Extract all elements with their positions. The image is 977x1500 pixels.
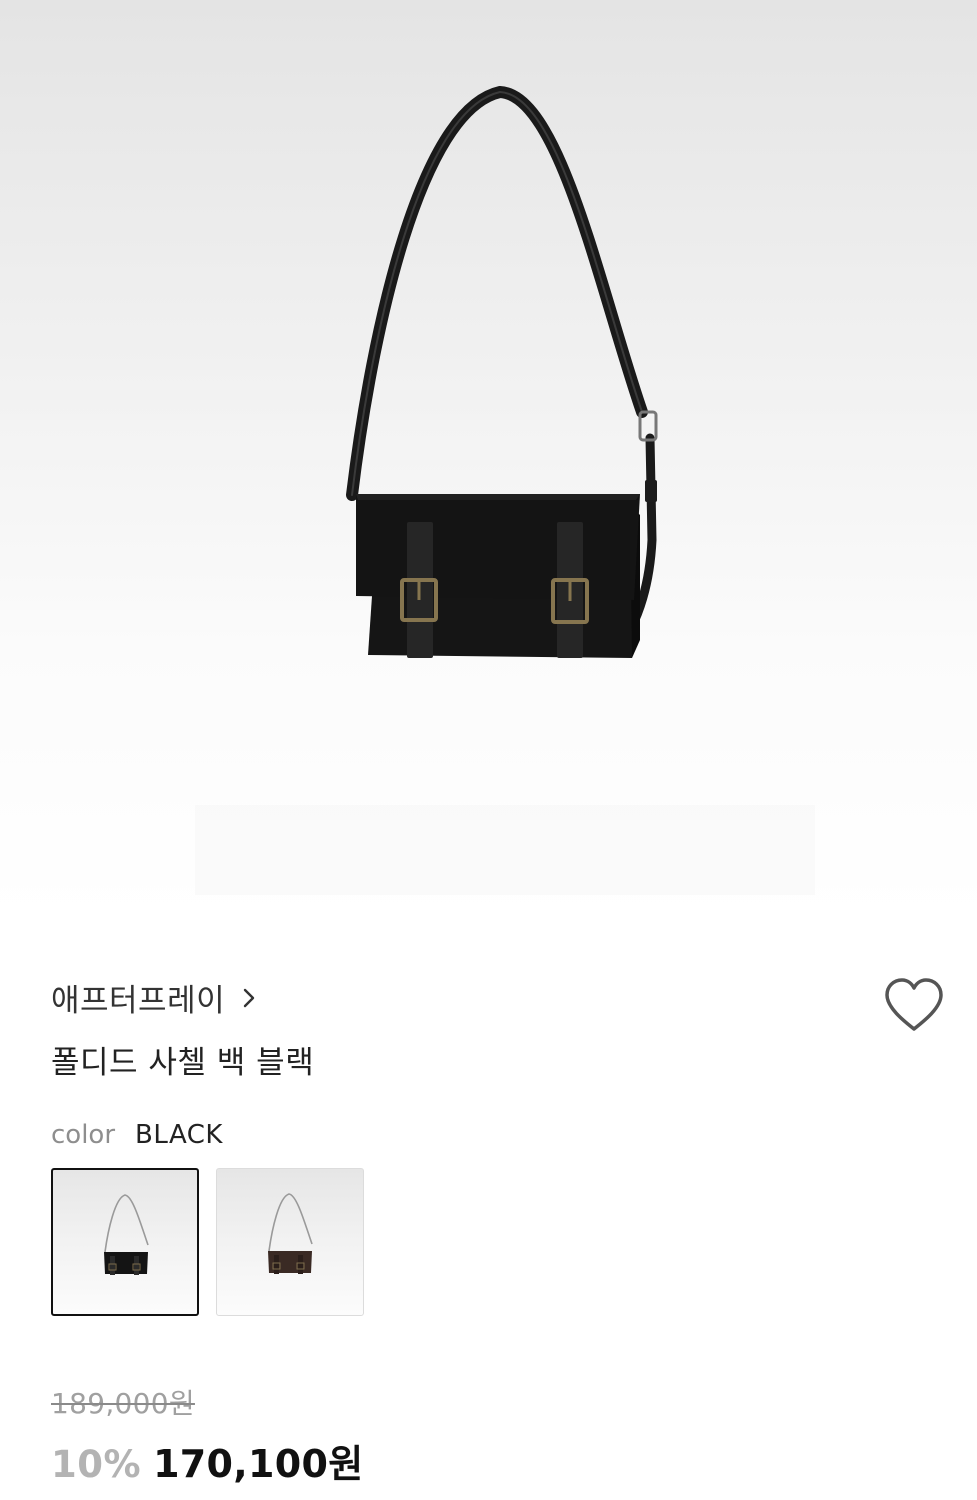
discount-rate: 10% xyxy=(51,1443,142,1486)
product-title: 폴디드 사첼 백 블랙 xyxy=(51,1045,315,1081)
sale-price-row: 10% 170,100원 xyxy=(51,1433,364,1488)
color-label: color xyxy=(51,1120,116,1150)
brand-link[interactable]: 애프터프레이 xyxy=(51,975,255,1020)
color-option: color BLACK xyxy=(51,1120,223,1150)
bag-thumbnail-black xyxy=(104,1194,149,1275)
color-swatch-black[interactable] xyxy=(51,1168,199,1316)
original-price: 189,000원 xyxy=(51,1387,195,1420)
bag-thumbnail-brown xyxy=(268,1193,313,1274)
satchel-bag-illustration xyxy=(195,85,815,895)
final-price: 170,100원 xyxy=(153,1442,364,1486)
wishlist-heart-icon[interactable] xyxy=(882,976,946,1036)
selected-color-value: BLACK xyxy=(135,1120,223,1150)
brand-name: 애프터프레이 xyxy=(51,983,226,1019)
chevron-right-icon xyxy=(243,987,255,1009)
color-swatch-brown[interactable] xyxy=(216,1168,364,1316)
product-image[interactable] xyxy=(0,0,977,920)
product-detail-page: 애프터프레이 폴디드 사첼 백 블랙 color BLACK 189,000원 … xyxy=(0,0,977,1500)
